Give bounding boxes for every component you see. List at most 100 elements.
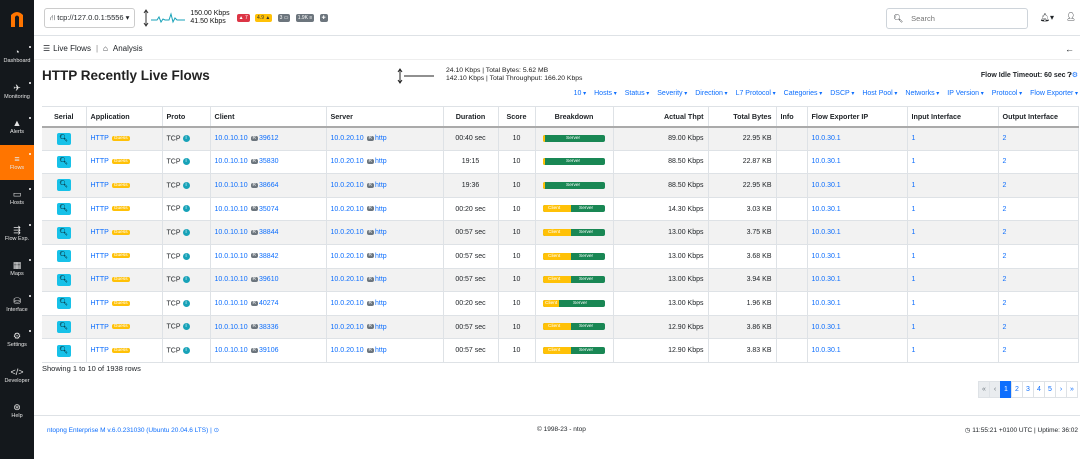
client-ip-link[interactable]: 10.0.10.10 bbox=[215, 347, 248, 354]
flow-details-button[interactable]: 🔍︎ bbox=[56, 155, 71, 168]
sidebar-item-developer[interactable]: </> Developer bbox=[0, 358, 34, 394]
server-port-link[interactable]: http bbox=[375, 347, 387, 354]
application-link[interactable]: HTTP bbox=[91, 158, 109, 165]
exporter-ip-link[interactable]: 10.0.30.1 bbox=[812, 300, 841, 307]
output-interface-link[interactable]: 2 bbox=[1003, 158, 1007, 165]
server-ip-link[interactable]: 10.0.20.10 bbox=[331, 182, 364, 189]
output-interface-link[interactable]: 2 bbox=[1003, 347, 1007, 354]
input-interface-link[interactable]: 1 bbox=[912, 229, 916, 236]
breadcrumb-analysis[interactable]: Analysis bbox=[113, 44, 143, 53]
flow-details-button[interactable]: 🔍︎ bbox=[56, 321, 71, 334]
client-port-link[interactable]: 35830 bbox=[259, 158, 278, 165]
info-icon[interactable]: i bbox=[182, 158, 190, 166]
server-port-link[interactable]: http bbox=[375, 324, 387, 331]
filter-host-pool[interactable]: Host Pool bbox=[862, 90, 897, 97]
client-ip-link[interactable]: 10.0.10.10 bbox=[215, 229, 248, 236]
output-interface-link[interactable]: 2 bbox=[1003, 253, 1007, 260]
server-ip-link[interactable]: 10.0.20.10 bbox=[331, 229, 364, 236]
column-header-actual-thpt[interactable]: Actual Thpt bbox=[613, 106, 709, 128]
user-icon[interactable]: 👤︎ bbox=[1066, 12, 1076, 21]
application-link[interactable]: HTTP bbox=[91, 276, 109, 283]
add-icon[interactable]: ✚ bbox=[319, 13, 328, 22]
flow-details-button[interactable]: 🔍︎ bbox=[56, 250, 71, 263]
client-ip-link[interactable]: 10.0.10.10 bbox=[215, 158, 248, 165]
flow-details-button[interactable]: 🔍︎ bbox=[56, 132, 71, 145]
client-port-link[interactable]: 39612 bbox=[259, 135, 278, 142]
exporter-ip-link[interactable]: 10.0.30.1 bbox=[812, 347, 841, 354]
server-port-link[interactable]: http bbox=[375, 253, 387, 260]
exporter-ip-link[interactable]: 10.0.30.1 bbox=[812, 253, 841, 260]
sidebar-item-help[interactable]: ⊛ Help bbox=[0, 393, 34, 429]
interface-selector[interactable]: ⛙ tcp://127.0.0.1:5556 ▾ bbox=[44, 7, 136, 28]
input-interface-link[interactable]: 1 bbox=[912, 253, 916, 260]
client-port-link[interactable]: 39610 bbox=[259, 276, 278, 283]
exporter-ip-link[interactable]: 10.0.30.1 bbox=[812, 276, 841, 283]
application-link[interactable]: HTTP bbox=[91, 182, 109, 189]
application-link[interactable]: HTTP bbox=[91, 347, 109, 354]
engaged-alerts-badge[interactable]: ▲ 7 bbox=[236, 13, 250, 22]
filter-protocol[interactable]: Protocol bbox=[992, 90, 1022, 97]
client-port-link[interactable]: 39106 bbox=[259, 347, 278, 354]
filter-ip-version[interactable]: IP Version bbox=[947, 90, 983, 97]
column-header-flow-exporter-ip[interactable]: Flow Exporter IP bbox=[807, 106, 908, 128]
exporter-ip-link[interactable]: 10.0.30.1 bbox=[812, 206, 841, 213]
server-port-link[interactable]: http bbox=[375, 206, 387, 213]
application-link[interactable]: HTTP bbox=[91, 229, 109, 236]
client-ip-link[interactable]: 10.0.10.10 bbox=[215, 206, 248, 213]
output-interface-link[interactable]: 2 bbox=[1003, 182, 1007, 189]
filter-status[interactable]: Status bbox=[625, 90, 650, 97]
search-input[interactable] bbox=[911, 14, 1012, 23]
filter-networks[interactable]: Networks bbox=[905, 90, 939, 97]
client-ip-link[interactable]: 10.0.10.10 bbox=[215, 253, 248, 260]
info-icon[interactable]: i bbox=[182, 323, 190, 331]
column-header-breakdown[interactable]: Breakdown bbox=[535, 106, 614, 128]
exporter-ip-link[interactable]: 10.0.30.1 bbox=[812, 135, 841, 142]
application-link[interactable]: HTTP bbox=[91, 206, 109, 213]
server-ip-link[interactable]: 10.0.20.10 bbox=[331, 300, 364, 307]
client-ip-link[interactable]: 10.0.10.10 bbox=[215, 276, 248, 283]
column-header-proto[interactable]: Proto bbox=[162, 106, 211, 128]
settings-icon[interactable]: ⚙ bbox=[1072, 72, 1078, 79]
sidebar-item-alerts[interactable]: ▲ Alerts bbox=[0, 109, 34, 145]
server-ip-link[interactable]: 10.0.20.10 bbox=[331, 135, 364, 142]
server-port-link[interactable]: http bbox=[375, 158, 387, 165]
input-interface-link[interactable]: 1 bbox=[912, 347, 916, 354]
devices-badge[interactable]: 3 ▭ bbox=[277, 13, 291, 22]
server-ip-link[interactable]: 10.0.20.10 bbox=[331, 253, 364, 260]
output-interface-link[interactable]: 2 bbox=[1003, 300, 1007, 307]
server-port-link[interactable]: http bbox=[375, 300, 387, 307]
client-port-link[interactable]: 38664 bbox=[259, 182, 278, 189]
flow-details-button[interactable]: 🔍︎ bbox=[56, 179, 71, 192]
info-icon[interactable]: i bbox=[182, 276, 190, 284]
flow-details-button[interactable]: 🔍︎ bbox=[56, 297, 71, 310]
output-interface-link[interactable]: 2 bbox=[1003, 206, 1007, 213]
filter-hosts[interactable]: Hosts bbox=[594, 90, 617, 97]
exporter-ip-link[interactable]: 10.0.30.1 bbox=[812, 182, 841, 189]
info-icon[interactable]: i bbox=[182, 346, 190, 354]
client-ip-link[interactable]: 10.0.10.10 bbox=[215, 300, 248, 307]
filter-direction[interactable]: Direction bbox=[695, 90, 727, 97]
exporter-ip-link[interactable]: 10.0.30.1 bbox=[812, 229, 841, 236]
client-ip-link[interactable]: 10.0.10.10 bbox=[215, 135, 248, 142]
flows-badge[interactable]: 1.9K ≡ bbox=[295, 13, 315, 22]
sidebar-item-flows[interactable]: ≡ Flows bbox=[0, 144, 34, 180]
input-interface-link[interactable]: 1 bbox=[912, 158, 916, 165]
input-interface-link[interactable]: 1 bbox=[912, 300, 916, 307]
filter-severity[interactable]: Severity bbox=[657, 90, 687, 97]
server-port-link[interactable]: http bbox=[375, 135, 387, 142]
server-ip-link[interactable]: 10.0.20.10 bbox=[331, 276, 364, 283]
server-ip-link[interactable]: 10.0.20.10 bbox=[331, 347, 364, 354]
input-interface-link[interactable]: 1 bbox=[912, 182, 916, 189]
client-port-link[interactable]: 40274 bbox=[259, 300, 278, 307]
server-port-link[interactable]: http bbox=[375, 276, 387, 283]
sidebar-item-dashboard[interactable]: ◔ Dashboard bbox=[0, 38, 34, 74]
info-icon[interactable]: i bbox=[182, 134, 190, 142]
flow-details-button[interactable]: 🔍︎ bbox=[56, 203, 71, 216]
application-link[interactable]: HTTP bbox=[91, 135, 109, 142]
input-interface-link[interactable]: 1 bbox=[912, 324, 916, 331]
column-header-score[interactable]: Score bbox=[498, 106, 536, 128]
output-interface-link[interactable]: 2 bbox=[1003, 276, 1007, 283]
info-icon[interactable]: i bbox=[182, 299, 190, 307]
filter-l7-protocol[interactable]: L7 Protocol bbox=[736, 90, 776, 97]
github-icon[interactable]: ⊙ bbox=[214, 427, 219, 434]
